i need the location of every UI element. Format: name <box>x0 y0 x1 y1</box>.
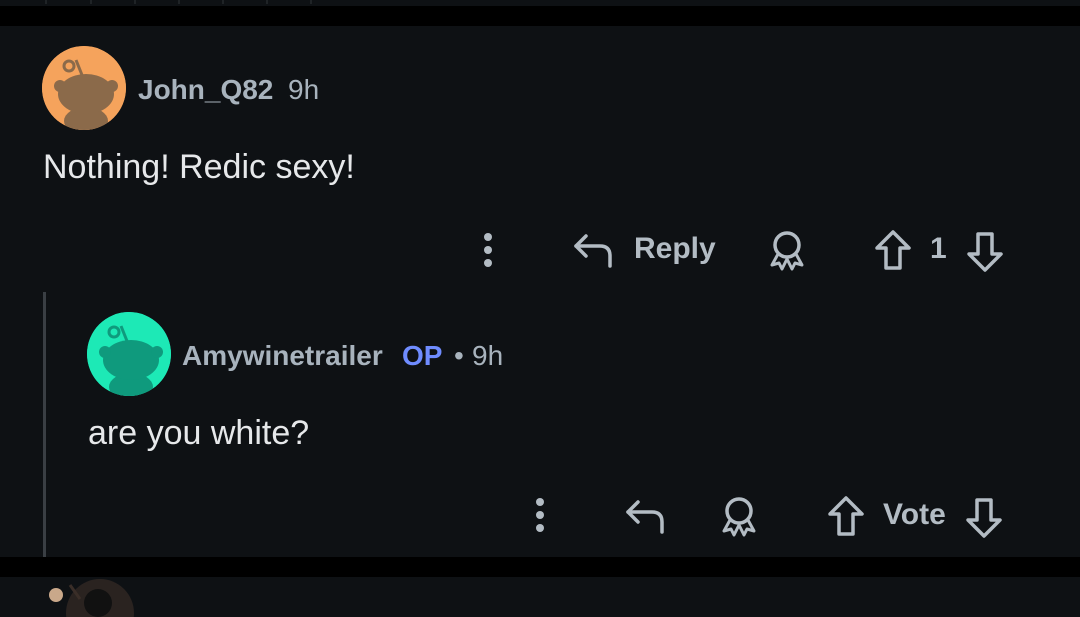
op-badge: OP <box>402 340 443 371</box>
snoo-avatar-icon <box>42 46 126 130</box>
avatar[interactable] <box>87 312 171 396</box>
award-icon[interactable] <box>767 229 807 271</box>
comment-thread: John_Q82 9h Nothing! Redic sexy! Reply 1… <box>0 26 1080 557</box>
avatar[interactable] <box>40 577 160 617</box>
comment-body: Nothing! Redic sexy! <box>43 148 355 186</box>
thread-line[interactable] <box>43 292 46 557</box>
upvote-icon[interactable] <box>873 228 913 272</box>
downvote-icon[interactable] <box>965 230 1005 274</box>
avatar[interactable] <box>42 46 126 130</box>
previous-card-edge <box>0 0 1080 6</box>
separator-dot: • <box>454 340 464 371</box>
comment-author[interactable]: John_Q82 <box>138 74 273 106</box>
snoo-avatar-icon <box>87 312 171 396</box>
next-comment-card <box>0 577 1080 617</box>
reply-button[interactable]: Reply <box>634 232 716 266</box>
reply-icon[interactable] <box>624 496 668 536</box>
more-vertical-icon[interactable] <box>530 495 550 535</box>
comment-author[interactable]: Amywinetrailer <box>182 340 383 372</box>
comment-body: are you white? <box>88 414 310 452</box>
comment-timestamp: 9h <box>288 74 320 105</box>
more-vertical-icon[interactable] <box>478 230 498 270</box>
downvote-icon[interactable] <box>964 496 1004 540</box>
comment-timestamp: 9h <box>472 340 504 371</box>
upvote-icon[interactable] <box>826 494 866 538</box>
vote-score: 1 <box>930 232 947 265</box>
vote-label: Vote <box>883 498 946 531</box>
award-icon[interactable] <box>719 495 759 537</box>
reply-icon[interactable] <box>572 230 616 270</box>
